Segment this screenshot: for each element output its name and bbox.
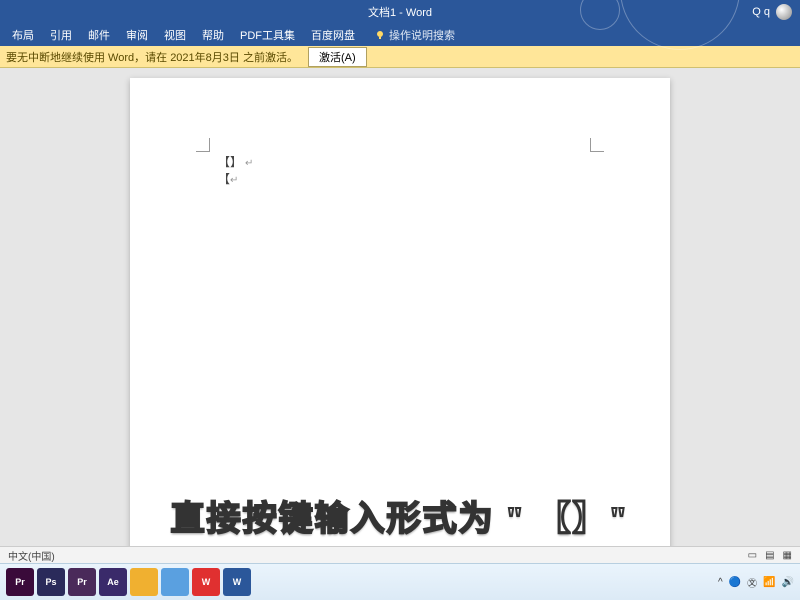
- activate-button[interactable]: 激活(A): [308, 47, 367, 67]
- user-avatar-icon[interactable]: [776, 4, 792, 20]
- activation-message: 要无中断地继续使用 Word，请在 2021年8月3日 之前激活。: [6, 49, 298, 65]
- document-content[interactable]: 【】 ↵ 【↵: [218, 154, 253, 188]
- tray-volume-icon[interactable]: 🔊: [782, 577, 794, 588]
- margin-corner-tr-icon: [590, 138, 604, 152]
- tab-view[interactable]: 视图: [156, 24, 194, 46]
- document-canvas[interactable]: 【】 ↵ 【↵ 直接按键输入形式为 " 【】": [0, 68, 800, 546]
- tray-network-icon[interactable]: 📶: [763, 577, 775, 588]
- taskbar-app-app1[interactable]: [161, 568, 189, 596]
- document-page[interactable]: 【】 ↵ 【↵: [130, 78, 670, 546]
- taskbar-app-photoshop[interactable]: Ps: [37, 568, 65, 596]
- tray-ime-icon[interactable]: ㉆: [747, 575, 757, 590]
- cursor-mark-icon: ↵: [230, 175, 238, 186]
- system-tray: ^ 🔵 ㉆ 📶 🔊: [718, 575, 794, 590]
- tray-caret-icon[interactable]: ^: [718, 577, 723, 588]
- tab-references[interactable]: 引用: [42, 24, 80, 46]
- taskbar-app-word[interactable]: W: [223, 568, 251, 596]
- view-read-icon[interactable]: ▤: [765, 550, 774, 561]
- paragraph-mark-icon: ↵: [245, 158, 253, 169]
- tab-baidu[interactable]: 百度网盘: [303, 24, 363, 46]
- windows-taskbar: PrPsPrAeWW ^ 🔵 ㉆ 📶 🔊: [0, 563, 800, 600]
- tab-help[interactable]: 帮助: [194, 24, 232, 46]
- taskbar-app-wps[interactable]: W: [192, 568, 220, 596]
- tell-me-search[interactable]: 操作说明搜索: [375, 27, 455, 43]
- window-title: 文档1 - Word: [368, 4, 432, 20]
- view-print-icon[interactable]: ▭: [748, 550, 757, 561]
- lightbulb-icon: [375, 30, 385, 40]
- status-language[interactable]: 中文(中国): [8, 548, 55, 563]
- status-bar: 中文(中国) ▭ ▤ ▦: [0, 546, 800, 563]
- tab-mailings[interactable]: 邮件: [80, 24, 118, 46]
- tab-pdf[interactable]: PDF工具集: [232, 24, 303, 46]
- tray-bluetooth-icon[interactable]: 🔵: [729, 577, 741, 588]
- margin-corner-tl-icon: [196, 138, 210, 152]
- view-web-icon[interactable]: ▦: [783, 550, 792, 561]
- tab-review[interactable]: 审阅: [118, 24, 156, 46]
- taskbar-app-premiere2[interactable]: Pr: [68, 568, 96, 596]
- taskbar-app-after-effects[interactable]: Ae: [99, 568, 127, 596]
- title-bar: 文档1 - Word Q q: [0, 0, 800, 24]
- tab-layout[interactable]: 布局: [4, 24, 42, 46]
- taskbar-app-explorer[interactable]: [130, 568, 158, 596]
- user-label[interactable]: Q q: [752, 6, 770, 18]
- taskbar-app-premiere[interactable]: Pr: [6, 568, 34, 596]
